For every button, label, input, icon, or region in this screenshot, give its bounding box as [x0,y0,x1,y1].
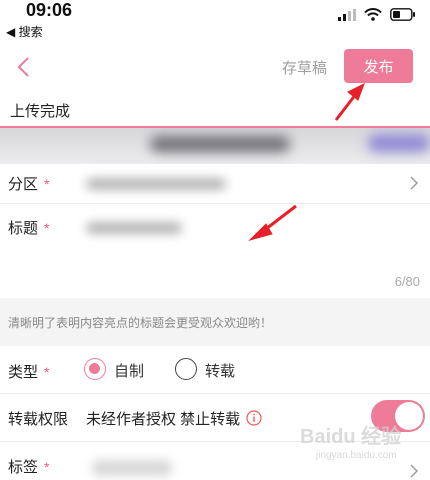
type-repost-radio[interactable] [175,358,197,380]
partition-row[interactable]: 分区 * [0,164,430,204]
type-row: 类型 * 自制 转载 [0,346,430,394]
type-repost-label[interactable]: 转载 [205,360,235,381]
blurred-cover-content [150,136,290,152]
blurred-title-text [86,222,182,234]
type-original-label[interactable]: 自制 [114,360,144,381]
chevron-right-icon [410,464,418,478]
watermark: Baidu 经验 [300,426,402,448]
chevron-left-icon[interactable] [16,56,30,78]
repost-permission-label: 转载权限 [8,411,69,428]
type-original-radio[interactable] [84,358,106,380]
nav-bar: 存草稿 发布 [0,46,430,88]
tags-label: 标签 * [8,459,50,476]
battery-icon [390,8,415,21]
publish-button[interactable]: 发布 [344,49,413,83]
video-cover-preview[interactable] [0,128,430,164]
blurred-tag-chip [92,460,172,476]
repost-permission-value: 未经作者授权 禁止转载 [86,411,241,428]
wifi-icon [364,8,382,21]
watermark-url: jingyan.baidu.com [316,450,397,461]
required-mark: * [44,220,50,236]
title-tip: 清晰明了表明内容亮点的标题会更受观众欢迎哟！ [0,298,430,346]
title-tip-text: 清晰明了表明内容亮点的标题会更受观众欢迎哟！ [8,316,273,330]
status-time: 09:06 [26,0,73,20]
back-to-search-link[interactable]: ◀ 搜索 [6,23,43,40]
upload-status: 上传完成 [10,103,71,120]
title-row: 标题 * [0,204,430,298]
blurred-cover-badge [368,134,430,152]
partition-label: 分区 * [8,176,50,193]
title-input[interactable] [80,210,410,270]
chevron-right-icon [410,176,418,190]
signal-icon [338,8,356,21]
required-mark: * [44,176,50,192]
required-mark: * [44,459,50,475]
save-draft-button[interactable]: 存草稿 [282,57,327,78]
type-label: 类型 * [8,364,50,381]
arrow-to-publish [334,82,365,121]
blurred-partition-value [86,178,226,190]
title-label: 标题 * [8,220,50,237]
title-char-count: 6/80 [394,274,420,289]
info-icon[interactable] [246,410,262,426]
required-mark: * [44,364,50,380]
status-bar: 09:06 ◀ 搜索 [0,0,430,40]
status-icons [338,8,416,21]
